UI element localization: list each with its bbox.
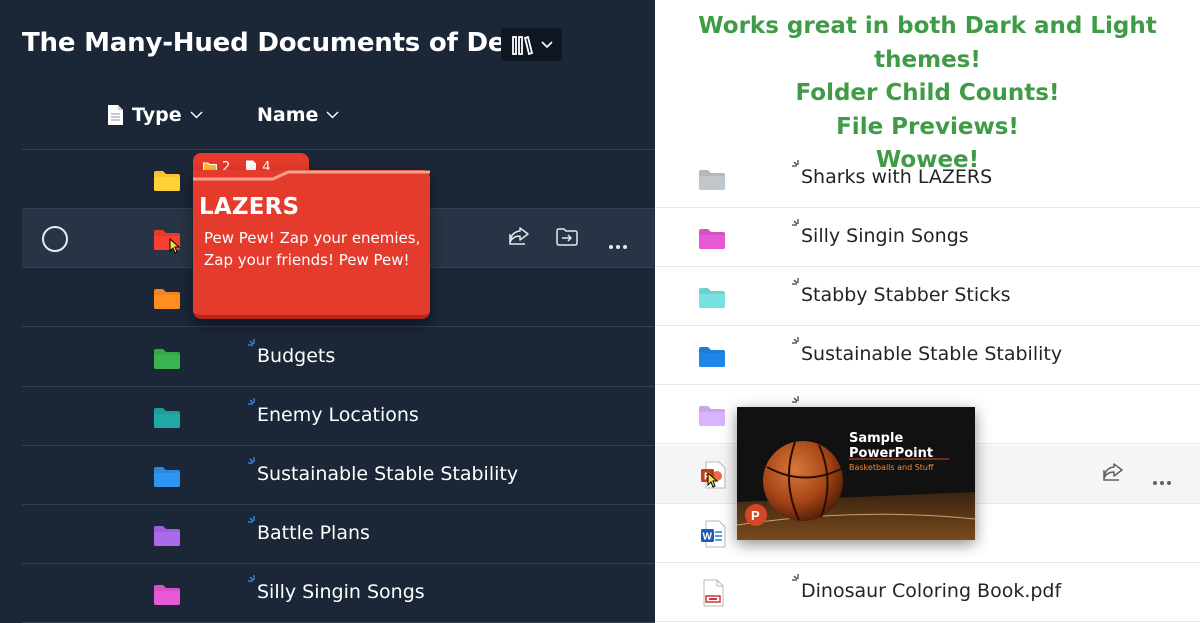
file-list-row[interactable]: Sustainable Stable Stability: [22, 446, 655, 505]
row-name[interactable]: Sustainable Stable Stability: [801, 343, 1062, 365]
light-theme-panel: Works great in both Dark and Light theme…: [655, 0, 1200, 623]
row-name[interactable]: Stabby Stabber Sticks: [801, 284, 1011, 306]
move-button[interactable]: [555, 226, 579, 252]
folder-icon: [154, 585, 180, 606]
chevron-down-icon: [190, 111, 203, 119]
file-list-row[interactable]: Enemy Locations: [22, 387, 655, 446]
dark-theme-panel: The Many-Hued Documents of Death Type Na…: [0, 0, 655, 623]
more-actions-button[interactable]: [1152, 471, 1172, 490]
folder-icon: [154, 171, 180, 191]
folder-card-title: LAZERS: [199, 194, 300, 220]
row-name[interactable]: Budgets: [257, 345, 335, 367]
chevron-down-icon: [326, 111, 339, 119]
share-icon: [1103, 462, 1123, 481]
row-name[interactable]: Enemy Locations: [257, 404, 419, 426]
folder-card-description: Pew Pew! Zap your enemies, Zap your frie…: [204, 229, 421, 269]
preview-title: Sample PowerPoint: [849, 431, 934, 461]
folder-icon: [699, 170, 725, 190]
mouse-cursor-icon: [169, 238, 180, 254]
view-switcher-button[interactable]: [501, 28, 562, 61]
column-header-type[interactable]: Type: [106, 104, 203, 126]
file-list-row[interactable]: Budgets: [22, 328, 655, 387]
folder-icon: [699, 406, 725, 427]
svg-text:W: W: [703, 531, 713, 542]
more-actions-button[interactable]: [608, 235, 628, 254]
row-name[interactable]: Sharks with LAZERS: [801, 166, 992, 188]
share-icon: [509, 227, 529, 245]
file-list-row[interactable]: Stabby Stabber Sticks: [655, 267, 1200, 327]
file-list-row[interactable]: Silly Singin Songs: [22, 564, 655, 623]
column-header-name-label: Name: [257, 104, 319, 126]
promo-line: Folder Child Counts!: [795, 80, 1060, 106]
basketball-image: P: [737, 407, 975, 540]
row-name[interactable]: Dinosaur Coloring Book.pdf: [801, 580, 1061, 602]
file-list-row[interactable]: Battle Plans: [22, 505, 655, 565]
move-icon: [556, 228, 578, 246]
folder-card-stripe: [193, 170, 430, 181]
file-list-row[interactable]: Silly Singin Songs: [655, 208, 1200, 268]
chevron-down-icon: [540, 40, 553, 48]
mouse-cursor-icon: [707, 472, 718, 488]
preview-subtitle: Basketballs and Stuff: [849, 463, 934, 472]
folder-icon: [699, 347, 725, 368]
file-list-row[interactable]: Sustainable Stable Stability: [655, 326, 1200, 386]
file-list-row[interactable]: Dinosaur Coloring Book.pdf: [655, 563, 1200, 622]
word-file-icon: W: [701, 520, 726, 548]
folder-hover-card: 2 4 LAZERS Pew Pew! Zap your enemies, Za…: [193, 153, 430, 319]
folder-icon: [154, 526, 180, 547]
share-button[interactable]: [508, 226, 530, 250]
more-icon: [1153, 480, 1171, 485]
library-icon: [511, 35, 533, 55]
promo-line: Works great in both Dark and Light theme…: [698, 13, 1157, 73]
pdf-file-icon: [703, 579, 724, 607]
folder-icon: [699, 229, 725, 250]
folder-icon: [154, 407, 180, 428]
row-name[interactable]: Battle Plans: [257, 522, 370, 544]
document-icon: [108, 105, 123, 125]
file-list-row[interactable]: Sharks with LAZERS: [655, 149, 1200, 208]
library-title: The Many-Hued Documents of Death: [22, 28, 554, 58]
folder-icon: [699, 288, 725, 309]
folder-icon: [154, 348, 180, 369]
file-preview-popup: P Sample PowerPoint Basketballs and Stuf…: [737, 407, 975, 540]
column-header-type-label: Type: [132, 104, 182, 126]
svg-text:P: P: [751, 508, 760, 523]
folder-icon: [154, 467, 180, 487]
share-button[interactable]: [1102, 462, 1124, 486]
row-name[interactable]: Sustainable Stable Stability: [257, 463, 518, 485]
column-header-name[interactable]: Name: [257, 104, 339, 126]
folder-icon: [154, 289, 180, 310]
promo-line: File Previews!: [836, 113, 1019, 140]
row-select-radio[interactable]: [42, 226, 68, 253]
row-name[interactable]: Silly Singin Songs: [257, 581, 425, 603]
more-icon: [609, 245, 627, 250]
row-name[interactable]: Silly Singin Songs: [801, 225, 969, 247]
